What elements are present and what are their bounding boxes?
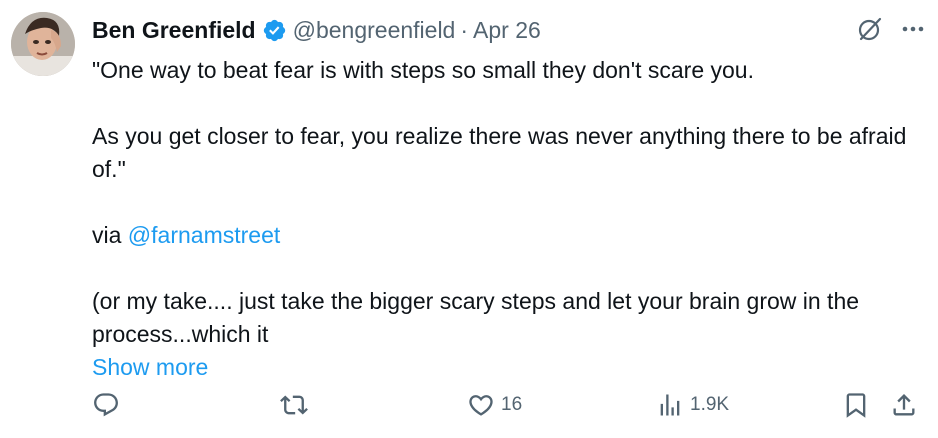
- retweet-button[interactable]: [280, 388, 314, 422]
- top-right-icons: [856, 16, 926, 46]
- grok-icon[interactable]: [856, 15, 884, 48]
- more-icon[interactable]: [900, 16, 926, 47]
- separator-dot: ·: [460, 16, 469, 43]
- display-name[interactable]: Ben Greenfield: [92, 17, 256, 44]
- tweet-line: As you get closer to fear, you realize t…: [92, 123, 907, 182]
- tweet-text: "One way to beat fear is with steps so s…: [92, 54, 918, 384]
- share-button[interactable]: [890, 388, 918, 422]
- heart-icon: [467, 391, 495, 419]
- avatar-image: [11, 12, 75, 76]
- tweet-line-via: via @farnamstreet: [92, 219, 918, 252]
- views-count: 1.9K: [690, 394, 730, 415]
- avatar[interactable]: [11, 12, 75, 76]
- via-label: via: [92, 222, 128, 248]
- tweet-header: Ben Greenfield @bengreenfield · Apr 26: [92, 16, 541, 44]
- bookmark-button[interactable]: [842, 388, 870, 422]
- reply-icon: [92, 391, 120, 419]
- tweet-date[interactable]: Apr 26: [473, 17, 541, 44]
- action-bar: 16 1.9K: [92, 388, 922, 422]
- tweet-line: "One way to beat fear is with steps so s…: [92, 57, 754, 83]
- like-count: 16: [501, 394, 523, 415]
- like-button[interactable]: 16: [467, 388, 522, 422]
- handle[interactable]: @bengreenfield: [293, 17, 456, 44]
- tweet-line: (or my take.... just take the bigger sca…: [92, 288, 860, 347]
- reply-button[interactable]: [92, 388, 126, 422]
- show-more-link[interactable]: Show more: [92, 351, 918, 384]
- retweet-icon: [280, 391, 308, 419]
- views-icon: [656, 391, 684, 419]
- views-button[interactable]: 1.9K: [656, 388, 729, 422]
- share-icon: [890, 391, 918, 419]
- bookmark-icon: [842, 391, 870, 419]
- verified-badge-icon[interactable]: [262, 18, 287, 43]
- mention-link[interactable]: @farnamstreet: [128, 222, 280, 248]
